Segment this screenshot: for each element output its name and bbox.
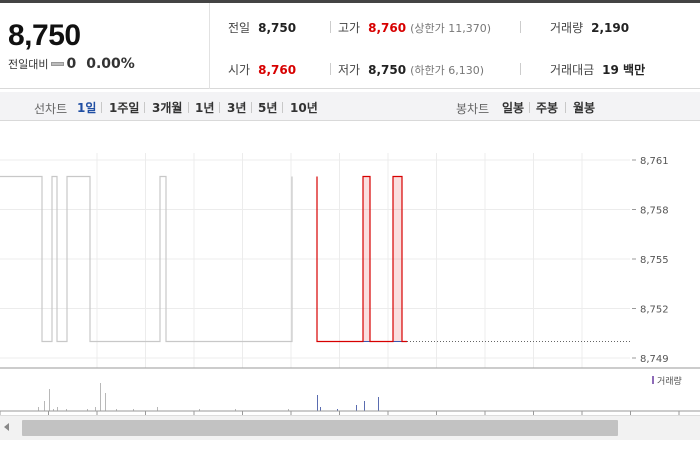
divider — [520, 21, 521, 33]
price-area — [393, 176, 402, 342]
volume-bar — [378, 397, 379, 411]
candle-monthly[interactable]: 월봉 — [573, 99, 595, 116]
y-tick-label: 8,749 — [640, 354, 669, 365]
period-3m[interactable]: 3개월 — [152, 99, 182, 116]
divider — [565, 102, 566, 113]
amount-label: 거래대금 — [550, 63, 595, 77]
chart-scrollbar[interactable] — [0, 415, 700, 440]
divider — [520, 63, 521, 75]
scroll-left-icon[interactable] — [4, 423, 9, 431]
upper-limit: (상한가 11,370) — [410, 21, 491, 35]
period-1d[interactable]: 1일 — [77, 99, 96, 116]
prev-close-value: 8,750 — [258, 20, 297, 35]
period-10y[interactable]: 10년 — [290, 99, 318, 116]
divider — [219, 102, 220, 113]
divider — [188, 102, 189, 113]
y-tick-label: 8,752 — [640, 305, 669, 316]
y-tick-label: 8,758 — [640, 206, 669, 217]
period-1y[interactable]: 1년 — [195, 99, 214, 116]
volume-bar — [356, 405, 357, 411]
volume-bar — [38, 407, 39, 411]
volume-label: 거래량 — [550, 21, 584, 35]
open-value: 8,760 — [258, 62, 297, 77]
candle-weekly[interactable]: 주봉 — [536, 99, 558, 116]
period-3y[interactable]: 3년 — [227, 99, 246, 116]
volume-value: 2,190 — [591, 20, 630, 35]
high-price: 고가 8,760 (상한가 11,370) — [338, 19, 491, 36]
low-label: 저가 — [338, 63, 361, 77]
volume-bar — [317, 395, 318, 411]
divider — [330, 21, 331, 33]
volume-bar — [105, 393, 106, 411]
period-5y[interactable]: 5년 — [258, 99, 277, 116]
volume-bar — [364, 401, 365, 411]
volume-legend: 거래량 — [657, 375, 682, 387]
period-1w[interactable]: 1주일 — [109, 99, 139, 116]
divider — [101, 102, 102, 113]
high-value: 8,760 — [368, 20, 407, 35]
volume-bar — [100, 383, 101, 411]
open-label: 시가 — [228, 63, 251, 77]
change-percent: 0.00% — [86, 56, 135, 72]
volume-bar — [95, 407, 96, 411]
volume-bar — [49, 389, 50, 411]
volume-bar — [44, 401, 45, 411]
y-tick-label: 8,761 — [640, 156, 669, 167]
volume-stat: 거래량 2,190 — [550, 19, 629, 36]
scroll-thumb[interactable] — [22, 420, 618, 436]
volume-bar — [57, 407, 58, 411]
lower-limit: (하한가 6,130) — [410, 63, 484, 77]
divider — [251, 102, 252, 113]
change-row: 전일대비 0 0.00% — [8, 56, 135, 72]
prev-close: 전일 8,750 — [228, 19, 296, 36]
change-label: 전일대비 — [8, 58, 49, 71]
prev-close-label: 전일 — [228, 21, 251, 35]
volume-bar — [157, 407, 158, 411]
quote-summary: 8,750 전일대비 0 0.00% 전일 8,750 고가 8,760 (상한… — [0, 3, 700, 89]
divider — [282, 102, 283, 113]
period-toolbar: 선차트 1일 1주일 3개월 1년 3년 5년 10년 봉차트 일봉 주봉 월봉 — [0, 92, 700, 121]
y-tick-label: 8,755 — [640, 255, 669, 266]
divider — [144, 102, 145, 113]
change-value: 0 — [66, 56, 77, 72]
divider — [529, 102, 530, 113]
open-price: 시가 8,760 — [228, 61, 296, 78]
chart-canvas: 8,761 8,758 8,755 8,752 8,749 거래량 — [0, 153, 700, 415]
amount-value: 19 백만 — [602, 63, 646, 77]
volume-bar — [320, 407, 321, 411]
candle-daily[interactable]: 일봉 — [502, 99, 524, 116]
amount-stat: 거래대금 19 백만 — [550, 61, 645, 78]
price-box: 8,750 전일대비 0 0.00% — [0, 3, 210, 89]
divider — [330, 63, 331, 75]
price-area — [363, 176, 370, 342]
candle-chart-label: 봉차트 — [456, 102, 490, 116]
volume-legend-swatch — [652, 376, 654, 384]
price-chart: 8,761 8,758 8,755 8,752 8,749 거래량 — [0, 123, 700, 423]
current-price: 8,750 — [8, 19, 81, 52]
no-change-icon — [51, 62, 65, 66]
stock-chart-widget: 8,750 전일대비 0 0.00% 전일 8,750 고가 8,760 (상한… — [0, 0, 700, 450]
line-chart-label: 선차트 — [34, 102, 68, 116]
low-price: 저가 8,750 (하한가 6,130) — [338, 61, 484, 78]
high-label: 고가 — [338, 21, 361, 35]
low-value: 8,750 — [368, 62, 407, 77]
